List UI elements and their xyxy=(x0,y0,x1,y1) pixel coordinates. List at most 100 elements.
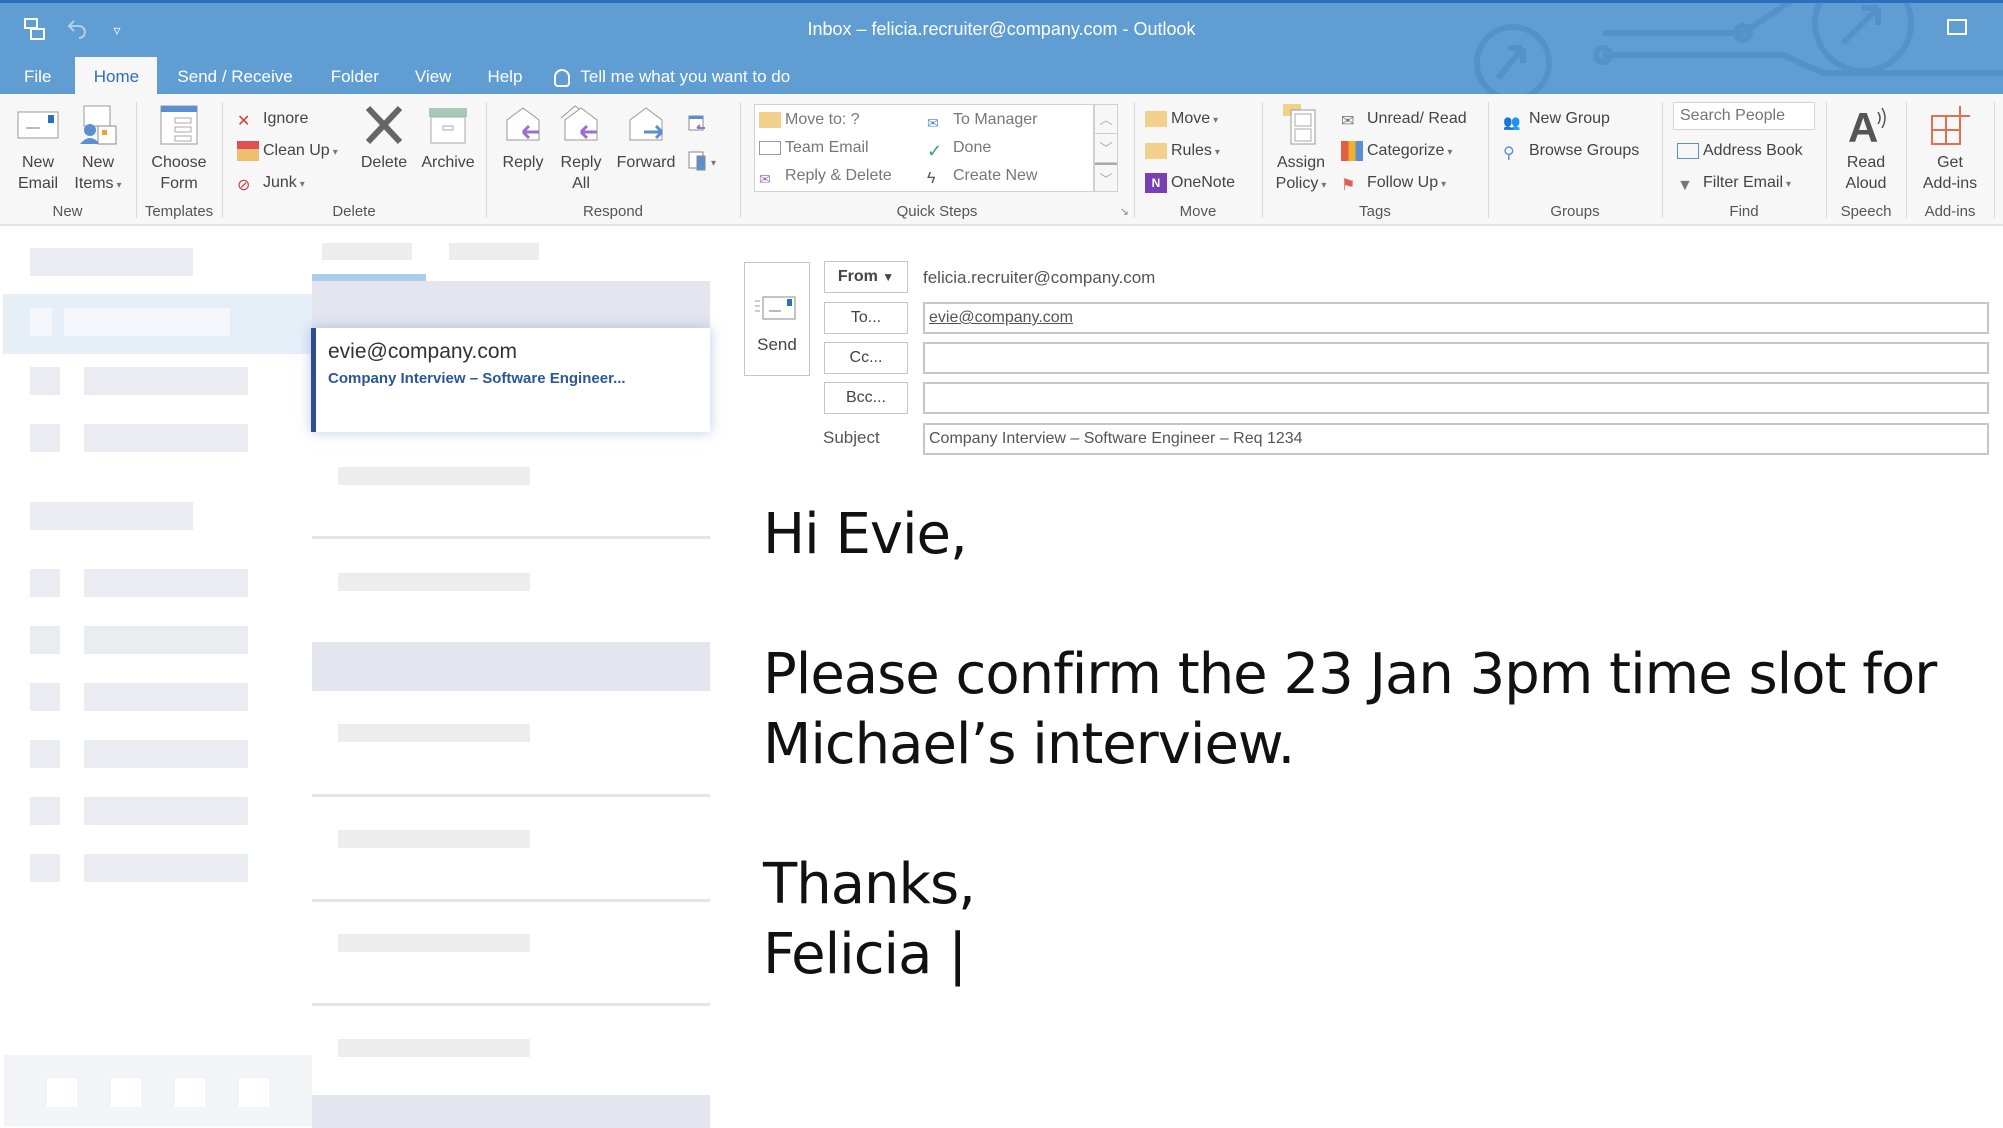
move-button[interactable]: Move ▾ xyxy=(1145,106,1218,132)
more-respond-icon[interactable]: ▾ xyxy=(687,150,723,172)
flag-icon: ⚑ xyxy=(1341,176,1356,194)
categorize-icon xyxy=(1341,140,1363,161)
folder-item-selected[interactable] xyxy=(3,294,312,354)
archive-button[interactable]: Archive xyxy=(415,104,481,173)
to-recipient[interactable]: evie@company.com xyxy=(929,309,1073,326)
people-nav-icon[interactable] xyxy=(175,1078,205,1107)
quick-step-to-manager[interactable]: ✉ To Manager xyxy=(927,107,1038,133)
svg-text:▾: ▾ xyxy=(711,158,716,169)
tab-help[interactable]: Help xyxy=(469,57,540,94)
group-label-groups: Groups xyxy=(1550,203,1600,220)
delete-button[interactable]: Delete xyxy=(353,104,415,173)
follow-up-button[interactable]: ⚑ Follow Up ▾ xyxy=(1341,170,1446,196)
svg-text:A: A xyxy=(1848,104,1878,146)
new-items-button[interactable]: New Items ▾ xyxy=(70,104,126,196)
tell-me-label: Tell me what you want to do xyxy=(580,67,791,86)
search-people-input[interactable] xyxy=(1673,102,1815,130)
new-group-button[interactable]: 👥 New Group xyxy=(1503,106,1610,132)
ribbon-group-templates: Choose Form Templates xyxy=(137,100,221,222)
filter-unread-placeholder[interactable] xyxy=(449,243,539,260)
ribbon-tabs: File Home Send / Receive Folder View Hel… xyxy=(0,57,804,94)
quick-steps-gallery: Move to: ? Team Email ✉ Reply & Delete ✉ T… xyxy=(754,104,1094,192)
tab-folder[interactable]: Folder xyxy=(313,57,397,94)
quick-step-done[interactable]: ✓ Done xyxy=(927,135,991,161)
group-label-respond: Respond xyxy=(582,203,644,220)
from-button[interactable]: From ▼ xyxy=(824,261,908,293)
tasks-nav-icon[interactable] xyxy=(239,1078,269,1107)
ribbon-group-move: Move ▾ Rules ▾ N OneNote Move xyxy=(1135,100,1261,222)
quick-step-reply-delete[interactable]: ✉ Reply & Delete xyxy=(759,163,892,189)
to-button[interactable]: To... xyxy=(824,302,908,334)
quick-step-team-email[interactable]: Team Email xyxy=(759,135,869,161)
active-filter-indicator xyxy=(312,274,426,281)
ignore-icon: ✕ xyxy=(237,112,251,130)
cc-field[interactable] xyxy=(923,342,1989,374)
lightbulb-icon xyxy=(554,68,571,87)
browse-groups-button[interactable]: ⚲ Browse Groups xyxy=(1503,138,1639,164)
reply-button[interactable]: Reply xyxy=(495,104,551,173)
ribbon-group-speech: A Read Aloud Speech xyxy=(1827,100,1905,222)
clean-up-icon xyxy=(237,140,259,161)
mail-nav-icon[interactable] xyxy=(47,1078,77,1107)
new-items-icon xyxy=(80,105,117,145)
new-email-button[interactable]: New Email xyxy=(10,104,66,194)
choose-form-button[interactable]: Choose Form xyxy=(143,104,215,194)
ribbon-group-new: New Email New Items ▾ New xyxy=(0,100,135,222)
navigation-bar xyxy=(4,1055,312,1126)
send-label: Send xyxy=(757,335,797,354)
group-label-move: Move xyxy=(1179,203,1217,220)
body-line-2: Michael’s interview. xyxy=(763,712,1295,777)
read-aloud-button[interactable]: A Read Aloud xyxy=(1833,104,1899,194)
meeting-reply-icon[interactable] xyxy=(687,114,707,134)
cc-button[interactable]: Cc... xyxy=(824,342,908,374)
address-book-button[interactable]: Address Book xyxy=(1677,138,1803,164)
scroll-up-icon[interactable]: ︿ xyxy=(1095,105,1117,134)
quick-steps-scrollbar[interactable]: ︿ ﹀ ﹀ xyxy=(1094,104,1118,192)
reply-icon xyxy=(506,107,540,141)
clean-up-button[interactable]: Clean Up ▾ xyxy=(237,138,338,164)
ribbon-display-options-icon[interactable] xyxy=(1947,19,1967,35)
ribbon-group-groups: 👥 New Group ⚲ Browse Groups Groups xyxy=(1489,100,1661,222)
group-label-addins: Add-ins xyxy=(1924,203,1976,220)
calendar-nav-icon[interactable] xyxy=(111,1078,141,1107)
delete-icon xyxy=(365,105,403,145)
reply-all-button[interactable]: Reply All xyxy=(553,104,609,194)
tab-send-receive[interactable]: Send / Receive xyxy=(157,57,312,94)
onenote-button[interactable]: N OneNote xyxy=(1145,170,1235,196)
quick-step-move-to[interactable]: Move to: ? xyxy=(759,107,860,133)
message-body[interactable]: Hi Evie, Please confirm the 23 Jan 3pm t… xyxy=(763,500,1963,990)
selected-message-item[interactable]: evie@company.com Company Interview – Sof… xyxy=(311,328,710,432)
unread-read-button[interactable]: ✉ Unread/ Read xyxy=(1341,106,1467,132)
rules-button[interactable]: Rules ▾ xyxy=(1145,138,1220,164)
assign-policy-button[interactable]: Assign Policy ▾ xyxy=(1271,104,1331,196)
subject-field[interactable]: Company Interview – Software Engineer – … xyxy=(923,423,1989,455)
to-field[interactable]: evie@company.com xyxy=(923,302,1989,334)
filter-email-button[interactable]: ▼ Filter Email ▾ xyxy=(1677,170,1791,196)
assign-policy-icon xyxy=(1283,104,1316,145)
get-addins-button[interactable]: Get Add-ins xyxy=(1913,104,1987,194)
gallery-expand-icon[interactable]: ﹀ xyxy=(1095,163,1117,192)
junk-button[interactable]: ⊘ Junk ▾ xyxy=(237,170,305,196)
subject-label: Subject xyxy=(823,428,880,447)
window-title: Inbox – felicia.recruiter@company.com - … xyxy=(807,19,1196,39)
tell-me-search[interactable]: Tell me what you want to do xyxy=(540,57,804,94)
search-icon: ⚲ xyxy=(1503,144,1515,162)
forward-button[interactable]: Forward xyxy=(611,104,681,173)
tab-view[interactable]: View xyxy=(397,57,470,94)
dialog-launcher-icon[interactable]: ↘ xyxy=(1120,205,1129,218)
message-subject: Company Interview – Software Engineer... xyxy=(328,370,626,387)
ribbon: New Email New Items ▾ New Choose Form Templa… xyxy=(0,94,2003,226)
address-book-icon xyxy=(1677,142,1699,159)
bcc-field[interactable] xyxy=(923,382,1989,414)
categorize-button[interactable]: Categorize ▾ xyxy=(1341,138,1452,164)
quick-step-create-new[interactable]: ϟ Create New xyxy=(927,163,1037,189)
new-email-icon xyxy=(17,111,59,139)
send-button[interactable]: Send xyxy=(744,262,810,376)
tab-home[interactable]: Home xyxy=(75,57,158,94)
tab-file[interactable]: File xyxy=(0,57,75,94)
bcc-button[interactable]: Bcc... xyxy=(824,382,908,414)
filter-all-placeholder[interactable] xyxy=(322,243,412,260)
scroll-down-icon[interactable]: ﹀ xyxy=(1095,134,1117,163)
ignore-button[interactable]: ✕ Ignore xyxy=(237,106,308,132)
group-label-tags: Tags xyxy=(1359,203,1391,220)
